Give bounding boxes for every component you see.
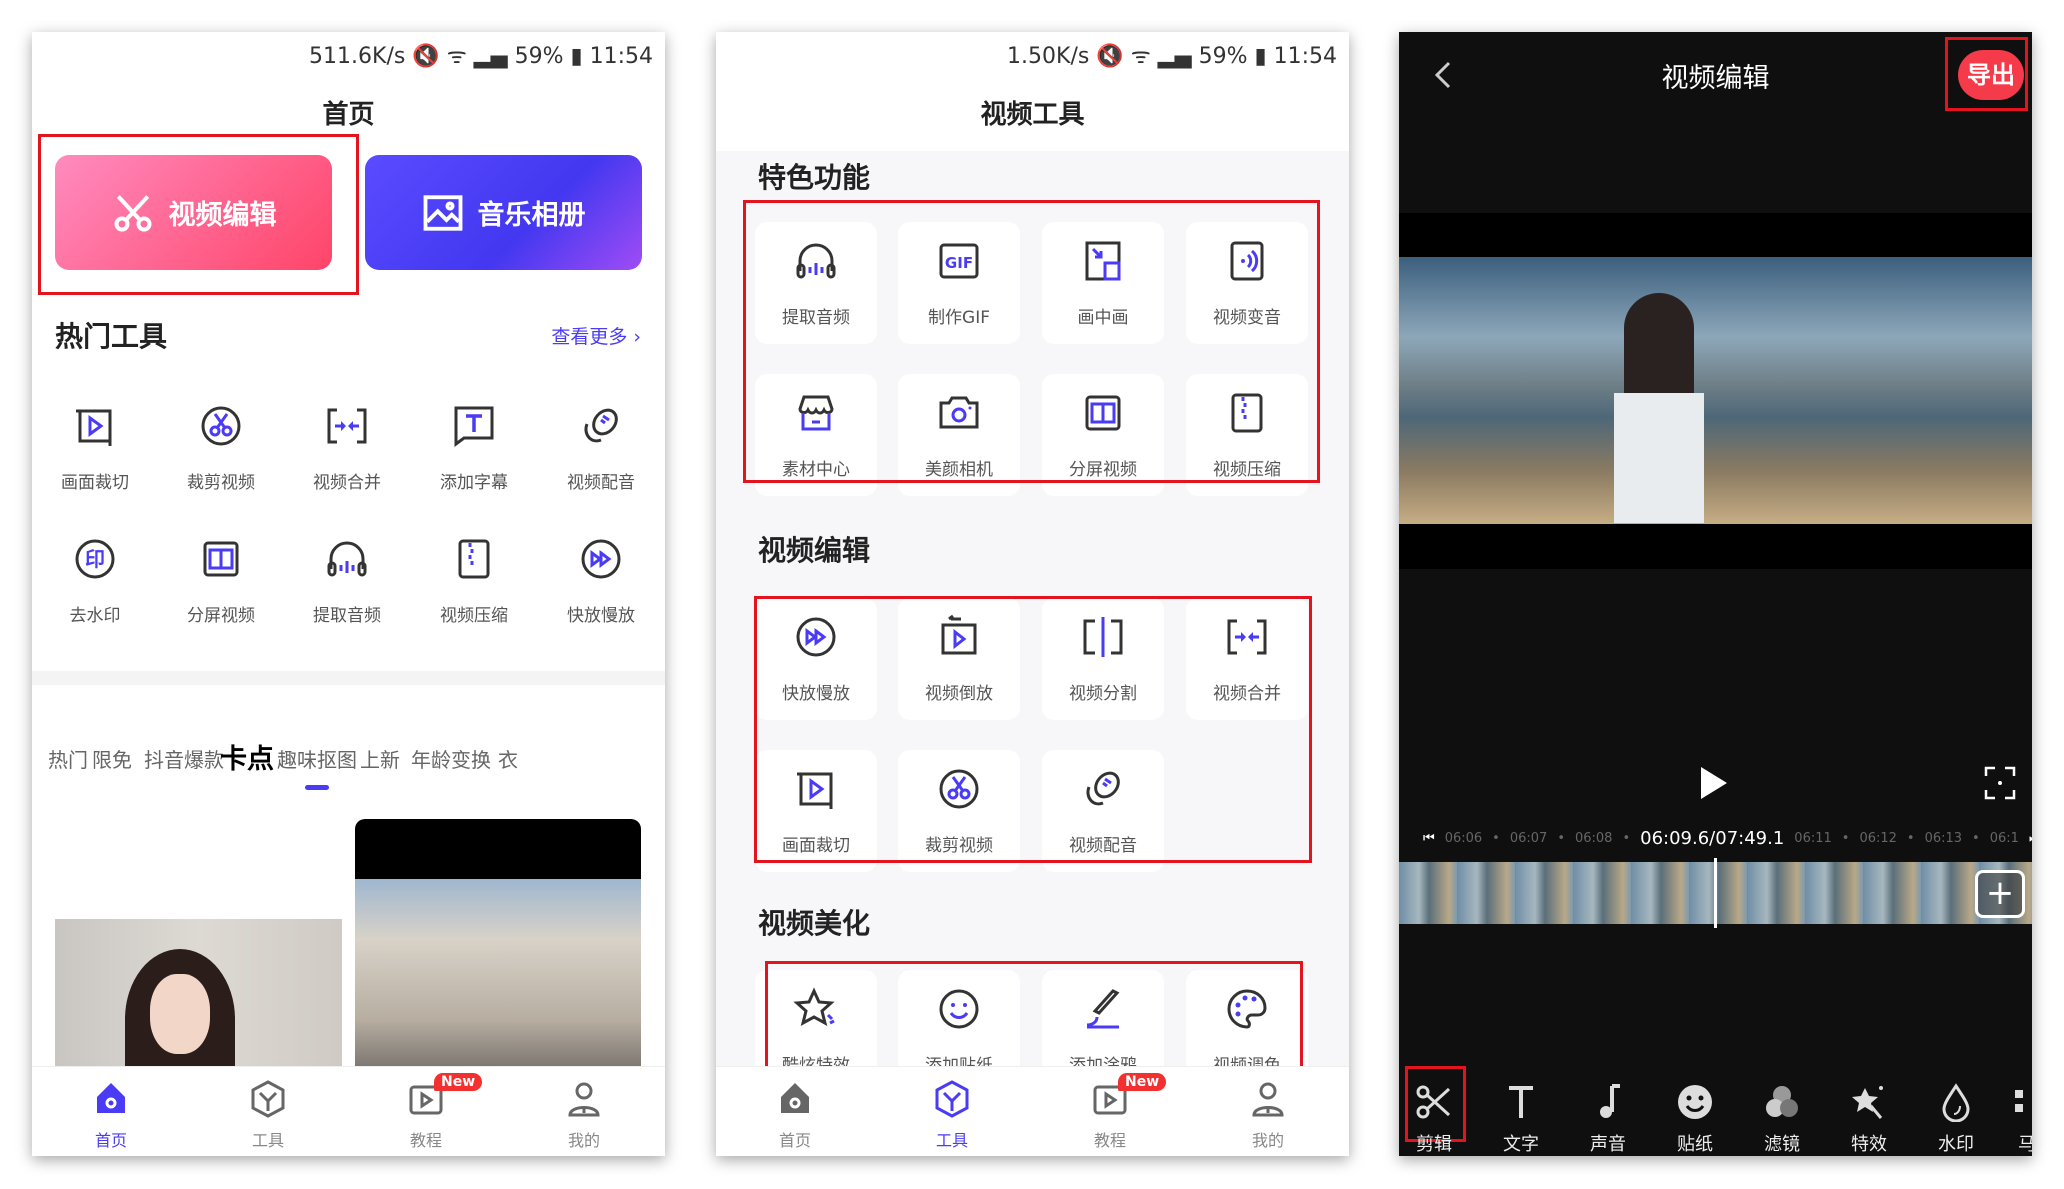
cut-video-icon — [201, 406, 241, 446]
highlight-box — [765, 961, 1303, 1071]
fast-forward-icon — [581, 539, 621, 579]
merge-icon — [327, 408, 367, 444]
status-bar: 1.50K/s 🔇 ᯤ ▂▄ 59% ▮ 11:54 — [1007, 44, 1337, 69]
nav-item[interactable]: New 教程 — [376, 1073, 483, 1151]
video-preview[interactable] — [1399, 213, 2032, 569]
editor-tool[interactable]: 马 — [1992, 1082, 2032, 1156]
category-tab[interactable]: 趣味抠图 — [277, 744, 357, 773]
template-thumbnail[interactable] — [355, 819, 641, 1079]
watermark-remove-icon: 印 — [75, 539, 115, 579]
editor-tool[interactable]: 滤镜 — [1747, 1082, 1817, 1156]
tool-item[interactable]: 分屏视频 — [161, 535, 281, 626]
tool-item[interactable]: 裁剪视频 — [161, 402, 281, 493]
nav-item[interactable]: 我的 — [1218, 1079, 1318, 1151]
smiley-icon — [1678, 1085, 1712, 1119]
video-editor-screen: 视频编辑 导出 ⏮ 06:06 • 06:07 • 06:08 • 06:09.6/0… — [1399, 32, 2032, 1156]
category-tab[interactable]: 热门 — [48, 744, 88, 773]
section-title: 视频编辑 — [758, 534, 871, 567]
editor-tool[interactable]: 文字 — [1486, 1082, 1556, 1156]
tool-item[interactable]: 快放慢放 — [541, 535, 661, 626]
mosaic-icon — [2015, 1090, 2023, 1112]
tools-screen: 1.50K/s 🔇 ᯤ ▂▄ 59% ▮ 11:54 视频工具 特色功能 提取音频… — [716, 32, 1349, 1156]
tool-item[interactable]: 视频合并 — [287, 402, 407, 493]
active-tab-indicator — [305, 785, 329, 790]
highlight-box — [743, 200, 1320, 483]
add-clip-button[interactable]: + — [1975, 870, 2025, 918]
template-thumbnail[interactable] — [55, 919, 342, 1089]
category-tab[interactable]: 上新 — [360, 744, 400, 773]
home-icon — [781, 1083, 809, 1113]
editor-tool[interactable]: 声音 — [1573, 1082, 1643, 1156]
tool-item[interactable]: 视频配音 — [541, 402, 661, 493]
filter-icon — [1766, 1086, 1798, 1117]
subtitle-icon — [454, 406, 494, 447]
category-tab[interactable]: 年龄变换 — [411, 744, 491, 773]
category-tab[interactable]: 卡点 — [220, 737, 274, 776]
tool-item[interactable]: 提取音频 — [287, 535, 407, 626]
nav-item[interactable]: 工具 — [218, 1079, 318, 1151]
tool-item[interactable]: 印去水印 — [35, 535, 155, 626]
zip-icon — [458, 539, 490, 579]
profile-icon — [1252, 1082, 1284, 1117]
crop-play-icon — [76, 409, 112, 446]
home-screen: 511.6K/s 🔇 ᯤ ▂▄ 59% ▮ 11:54 首页 视频编辑 音乐相册… — [32, 32, 665, 1156]
divider — [32, 671, 665, 685]
page-title: 视频工具 — [980, 100, 1085, 130]
tools-icon — [935, 1080, 969, 1118]
nav-item[interactable]: 工具 — [902, 1079, 1002, 1151]
page-title: 首页 — [322, 100, 375, 130]
status-bar: 511.6K/s 🔇 ᯤ ▂▄ 59% ▮ 11:54 — [309, 44, 653, 69]
play-icon[interactable] — [1699, 765, 1729, 801]
hot-tools-title: 热门工具 — [55, 320, 168, 353]
scissors-icon — [1416, 1085, 1451, 1119]
skip-start-icon[interactable]: ⏮ — [1423, 831, 1435, 846]
headphones-icon — [327, 541, 367, 577]
bottom-nav: 首页 工具 New 教程 我的 — [716, 1066, 1349, 1156]
editor-tool[interactable]: 特效 — [1834, 1082, 1904, 1156]
editor-tool[interactable]: 水印 — [1921, 1082, 1991, 1156]
category-tab[interactable]: 抖音爆款 — [144, 744, 224, 773]
nav-item[interactable]: 首页 — [745, 1079, 845, 1151]
nav-item[interactable]: 首页 — [61, 1079, 161, 1151]
split-screen-icon — [203, 541, 239, 577]
microphone-icon — [584, 408, 618, 443]
fullscreen-icon[interactable] — [1984, 766, 2016, 800]
text-icon — [1509, 1086, 1533, 1118]
current-time: 06:09.6/07:49.1 — [1640, 827, 1785, 849]
svg-text:印: 印 — [85, 547, 105, 571]
section-title: 视频美化 — [758, 907, 871, 940]
editor-tool[interactable]: 贴纸 — [1660, 1082, 1730, 1156]
video-edit-banner[interactable]: 视频编辑 — [55, 155, 332, 270]
music-note-icon — [1600, 1084, 1620, 1118]
new-badge: New — [434, 1073, 483, 1091]
nav-item[interactable]: 我的 — [534, 1079, 634, 1151]
music-album-banner[interactable]: 音乐相册 — [365, 155, 642, 270]
tool-item[interactable]: 添加字幕 — [414, 402, 534, 493]
tool-item[interactable]: 画面裁切 — [35, 402, 155, 493]
magic-star-icon — [1852, 1086, 1883, 1119]
export-button[interactable]: 导出 — [1958, 50, 2024, 100]
page-title: 视频编辑 — [1661, 63, 1770, 94]
image-icon — [423, 194, 462, 231]
editor-tool[interactable]: 剪辑 — [1399, 1082, 1469, 1156]
new-badge: New — [1118, 1073, 1167, 1091]
tool-item[interactable]: 视频压缩 — [414, 535, 534, 626]
section-title: 特色功能 — [758, 161, 871, 194]
tools-icon — [251, 1080, 285, 1118]
playhead[interactable] — [1714, 858, 1717, 928]
profile-icon — [568, 1082, 600, 1117]
category-tab[interactable]: 限免 — [92, 744, 132, 773]
skip-end-icon[interactable]: ⏭ — [2029, 831, 2032, 846]
category-tab[interactable]: 衣 — [498, 744, 518, 773]
scissors-icon — [113, 194, 152, 232]
bottom-nav: 首页 工具 New 教程 我的 — [32, 1066, 665, 1156]
nav-item[interactable]: New 教程 — [1060, 1073, 1167, 1151]
highlight-box — [754, 596, 1312, 863]
home-icon — [97, 1083, 125, 1113]
see-more-link[interactable]: 查看更多 › — [551, 322, 641, 349]
drop-icon — [1942, 1083, 1970, 1123]
time-ruler[interactable]: ⏮ 06:06 • 06:07 • 06:08 • 06:09.6/07:49.1 0… — [1423, 826, 2032, 850]
